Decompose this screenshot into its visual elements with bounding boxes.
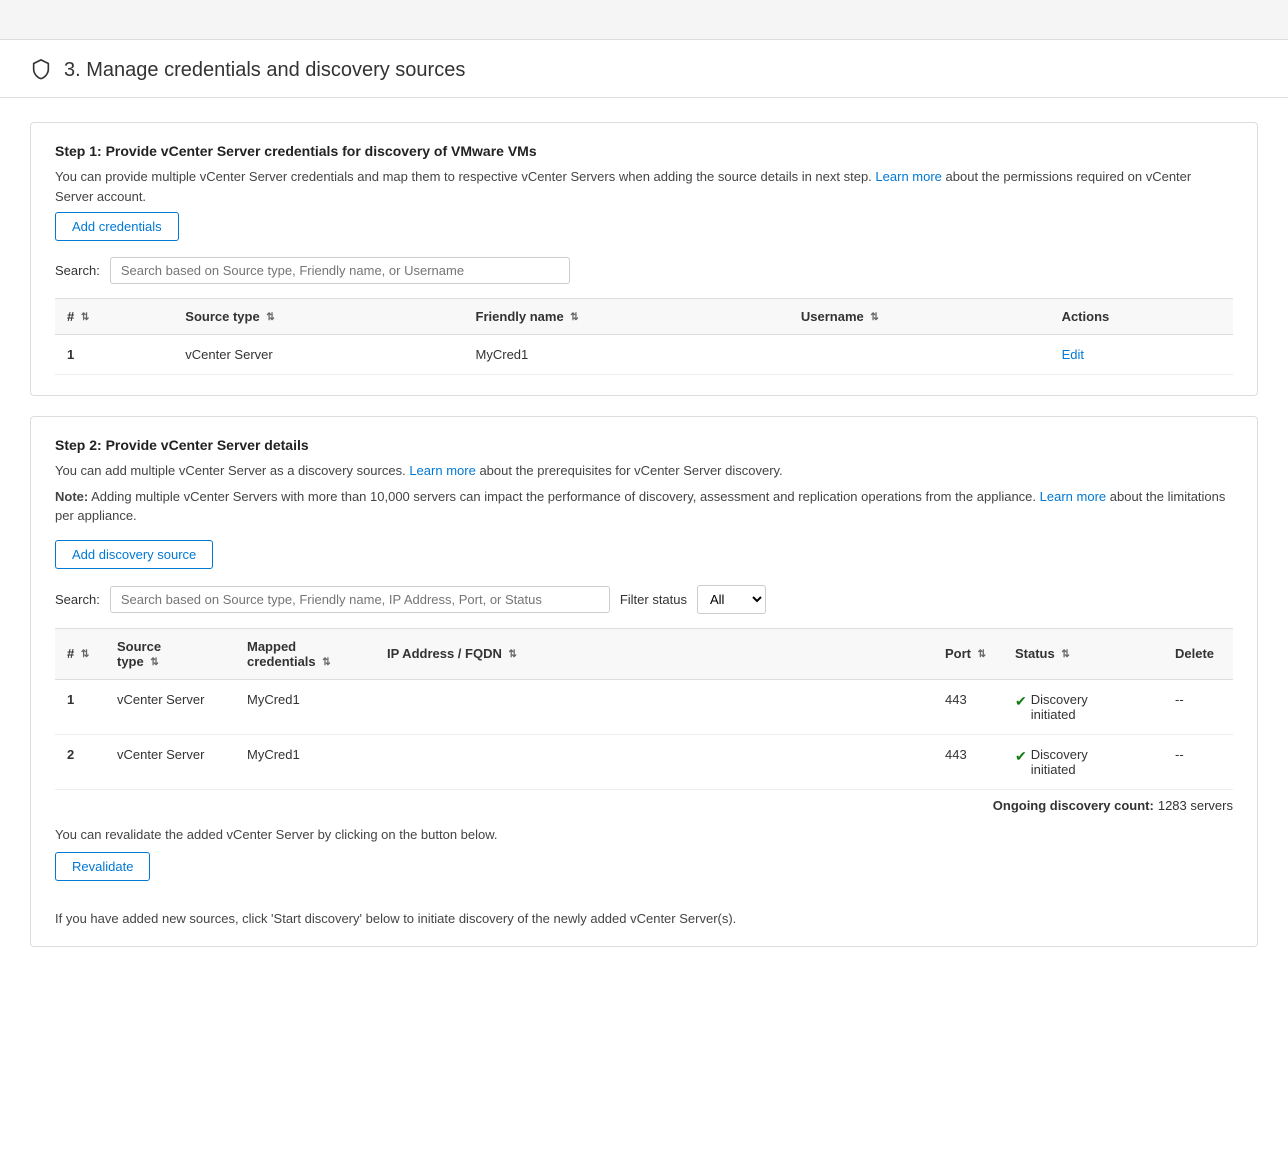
step2-filter-select[interactable]: All	[697, 585, 766, 614]
step1-col-friendly-name: Friendly name ⇅	[464, 299, 789, 335]
row1-username	[789, 335, 1050, 375]
step2-note-learn-more-link[interactable]: Learn more	[1040, 489, 1106, 504]
sort-icon-friendly-name: ⇅	[570, 312, 578, 323]
step2-search-filter-row: Search: Filter status All	[55, 585, 1233, 614]
step2-row1-mapped-creds: MyCred1	[235, 679, 375, 734]
page-wrapper: 3. Manage credentials and discovery sour…	[0, 0, 1288, 1156]
sort-icon-ip: ⇅	[508, 649, 516, 660]
step1-col-source-type: Source type ⇅	[173, 299, 463, 335]
step1-col-actions: Actions	[1050, 299, 1233, 335]
revalidate-button[interactable]: Revalidate	[55, 852, 150, 881]
step2-search-label: Search:	[55, 592, 100, 607]
step1-search-row: Search:	[55, 257, 1233, 284]
step2-col-port: Port ⇅	[933, 628, 1003, 679]
ongoing-discovery-row: Ongoing discovery count: 1283 servers	[55, 790, 1233, 817]
sort-icon-port: ⇅	[978, 649, 986, 660]
step2-row1-status-cell: ✔ Discoveryinitiated	[1015, 692, 1151, 722]
step2-desc: You can add multiple vCenter Server as a…	[55, 461, 1233, 481]
step2-search-input[interactable]	[110, 586, 610, 613]
step2-row2-delete: --	[1163, 734, 1233, 789]
step2-row2-status-cell: ✔ Discoveryinitiated	[1015, 747, 1151, 777]
revalidate-section: You can revalidate the added vCenter Ser…	[55, 827, 1233, 926]
step2-col-delete: Delete	[1163, 628, 1233, 679]
step2-col-num: # ⇅	[55, 628, 105, 679]
step2-row1-num: 1	[55, 679, 105, 734]
main-content: Step 1: Provide vCenter Server credentia…	[0, 98, 1288, 991]
step2-col-ip: IP Address / FQDN ⇅	[375, 628, 933, 679]
add-credentials-button[interactable]: Add credentials	[55, 212, 179, 241]
step2-row2-status: ✔ Discoveryinitiated	[1003, 734, 1163, 789]
row1-source-type: vCenter Server	[173, 335, 463, 375]
row1-num: 1	[55, 335, 173, 375]
header-section: 3. Manage credentials and discovery sour…	[0, 40, 1288, 98]
step2-table: # ⇅ Sourcetype ⇅ Mappedcredentials ⇅ IP …	[55, 628, 1233, 790]
step2-row1-status: ✔ Discoveryinitiated	[1003, 679, 1163, 734]
page-title: 3. Manage credentials and discovery sour…	[64, 59, 465, 82]
step1-search-input[interactable]	[110, 257, 570, 284]
step2-learn-more-link[interactable]: Learn more	[409, 463, 475, 478]
shield-icon	[30, 58, 52, 83]
row1-friendly-name: MyCred1	[464, 335, 789, 375]
step2-col-status: Status ⇅	[1003, 628, 1163, 679]
table-row: 1 vCenter Server MyCred1 Edit	[55, 335, 1233, 375]
step2-section: Step 2: Provide vCenter Server details Y…	[30, 416, 1258, 947]
step2-table-header-row: # ⇅ Sourcetype ⇅ Mappedcredentials ⇅ IP …	[55, 628, 1233, 679]
step2-title: Step 2: Provide vCenter Server details	[55, 437, 1233, 453]
sort-icon-status: ⇅	[1061, 649, 1069, 660]
row1-actions: Edit	[1050, 335, 1233, 375]
sort-icon-source-type: ⇅	[266, 312, 274, 323]
step1-col-username: Username ⇅	[789, 299, 1050, 335]
step2-note: Note: Adding multiple vCenter Servers wi…	[55, 487, 1233, 526]
step2-row2-num: 2	[55, 734, 105, 789]
step2-row1-port: 443	[933, 679, 1003, 734]
step2-row2-source-type: vCenter Server	[105, 734, 235, 789]
step2-row2-mapped-creds: MyCred1	[235, 734, 375, 789]
top-bar	[0, 0, 1288, 40]
ongoing-label: Ongoing discovery count:	[993, 798, 1154, 813]
step1-learn-more-link[interactable]: Learn more	[875, 169, 941, 184]
step2-col-source-type: Sourcetype ⇅	[105, 628, 235, 679]
step2-row2-port: 443	[933, 734, 1003, 789]
step1-search-label: Search:	[55, 263, 100, 278]
step1-table: # ⇅ Source type ⇅ Friendly name ⇅ Userna…	[55, 298, 1233, 375]
step2-row2-status-text: Discoveryinitiated	[1031, 747, 1088, 777]
step2-filter-label: Filter status	[620, 592, 687, 607]
step1-table-header-row: # ⇅ Source type ⇅ Friendly name ⇅ Userna…	[55, 299, 1233, 335]
table-row: 2 vCenter Server MyCred1 443 ✔ Discovery…	[55, 734, 1233, 789]
sort-icon-num2: ⇅	[81, 649, 89, 660]
step2-row1-status-text: Discoveryinitiated	[1031, 692, 1088, 722]
sort-icon-username: ⇅	[870, 312, 878, 323]
step2-row1-source-type: vCenter Server	[105, 679, 235, 734]
footer-note: If you have added new sources, click 'St…	[55, 911, 1233, 926]
sort-icon-num: ⇅	[81, 312, 89, 323]
table-row: 1 vCenter Server MyCred1 443 ✔ Discovery…	[55, 679, 1233, 734]
sort-icon-mapped-creds: ⇅	[322, 657, 330, 668]
step1-desc: You can provide multiple vCenter Server …	[55, 167, 1233, 206]
step1-col-num: # ⇅	[55, 299, 173, 335]
step2-row1-delete: --	[1163, 679, 1233, 734]
step2-row1-ip	[375, 679, 933, 734]
add-discovery-source-button[interactable]: Add discovery source	[55, 540, 213, 569]
step1-title: Step 1: Provide vCenter Server credentia…	[55, 143, 1233, 159]
row1-edit-link[interactable]: Edit	[1062, 347, 1084, 362]
step2-row2-ip	[375, 734, 933, 789]
step1-section: Step 1: Provide vCenter Server credentia…	[30, 122, 1258, 396]
step2-col-mapped-creds: Mappedcredentials ⇅	[235, 628, 375, 679]
sort-icon-source-type2: ⇅	[150, 657, 158, 668]
ongoing-value: 1283 servers	[1158, 798, 1233, 813]
check-icon-1: ✔	[1015, 693, 1027, 710]
check-icon-2: ✔	[1015, 748, 1027, 765]
revalidate-desc: You can revalidate the added vCenter Ser…	[55, 827, 1233, 842]
